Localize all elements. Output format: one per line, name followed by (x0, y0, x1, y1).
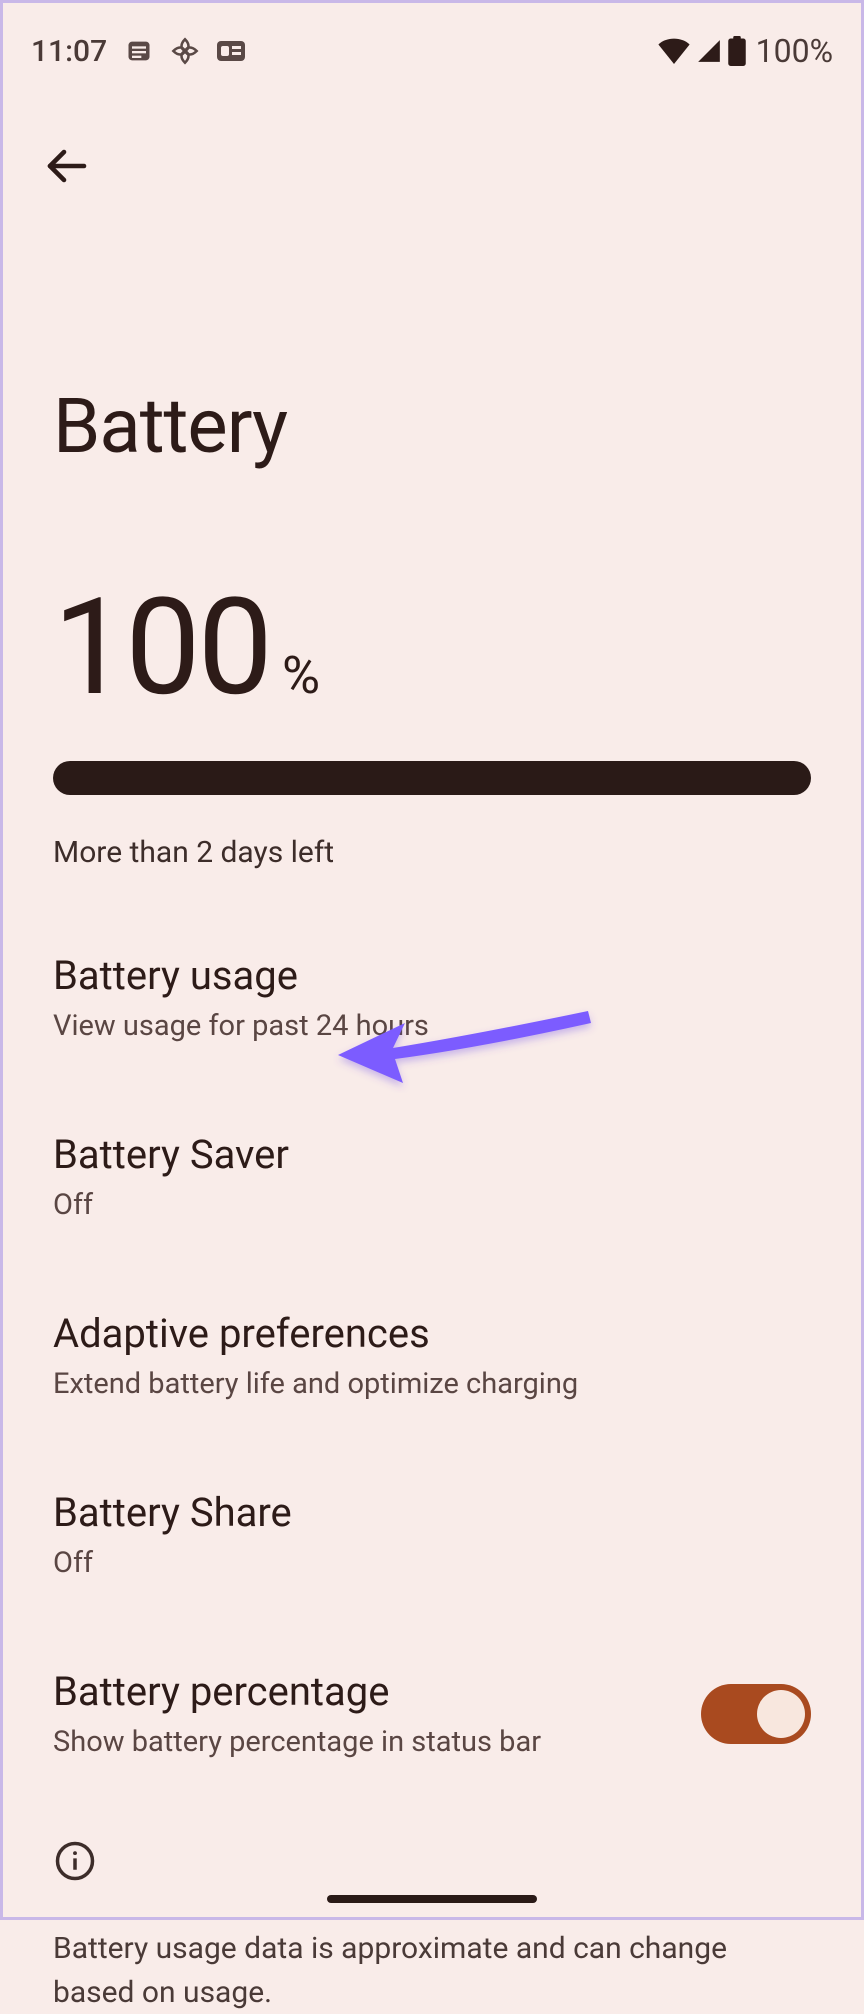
adaptive-preferences-sub: Extend battery life and optimize chargin… (53, 1367, 811, 1401)
status-time: 11:07 (31, 34, 107, 69)
wifi-icon (658, 38, 690, 64)
battery-usage-item[interactable]: Battery usage View usage for past 24 hou… (53, 908, 811, 1087)
battery-level-percent-symbol: % (282, 645, 320, 706)
battery-saver-title: Battery Saver (53, 1131, 811, 1178)
app-bar (3, 81, 861, 201)
battery-level-value: 100 (53, 581, 270, 715)
toggle-knob (757, 1690, 805, 1738)
battery-percentage-item[interactable]: Battery percentage Show battery percenta… (53, 1624, 811, 1803)
status-bar-right: 100% (658, 32, 833, 70)
battery-usage-title: Battery usage (53, 952, 811, 999)
info-icon (53, 1839, 97, 1883)
battery-level-readout: 100 % (53, 581, 811, 715)
info-text: Battery usage data is approximate and ca… (53, 1927, 811, 2014)
battery-status-icon (728, 36, 746, 66)
battery-estimate-text: More than 2 days left (53, 835, 811, 870)
status-bar-left: 11:07 (31, 34, 245, 69)
status-battery-text: 100% (756, 32, 833, 70)
adaptive-preferences-item[interactable]: Adaptive preferences Extend battery life… (53, 1266, 811, 1445)
page-title: Battery (3, 201, 861, 471)
photos-notification-icon (171, 37, 199, 65)
info-block: Battery usage data is approximate and ca… (3, 1803, 861, 2014)
battery-share-item[interactable]: Battery Share Off (53, 1445, 811, 1624)
navigation-handle[interactable] (327, 1895, 537, 1903)
back-button[interactable] (31, 131, 101, 201)
battery-percentage-toggle[interactable] (701, 1684, 811, 1744)
battery-percentage-sub: Show battery percentage in status bar (53, 1725, 671, 1759)
battery-saver-item[interactable]: Battery Saver Off (53, 1087, 811, 1266)
battery-percentage-title: Battery percentage (53, 1668, 671, 1715)
arrow-left-icon (42, 142, 90, 190)
battery-level-bar (53, 761, 811, 795)
status-bar: 11:07 100% (3, 3, 861, 81)
battery-share-title: Battery Share (53, 1489, 811, 1536)
adaptive-preferences-title: Adaptive preferences (53, 1310, 811, 1357)
battery-usage-sub: View usage for past 24 hours (53, 1009, 811, 1043)
battery-share-sub: Off (53, 1546, 811, 1580)
cellular-signal-icon (696, 38, 722, 64)
messages-notification-icon (125, 37, 153, 65)
settings-list: Battery usage View usage for past 24 hou… (3, 870, 861, 1803)
battery-level-block: 100 % More than 2 days left (3, 471, 861, 870)
news-notification-icon (217, 39, 245, 63)
battery-saver-sub: Off (53, 1188, 811, 1222)
